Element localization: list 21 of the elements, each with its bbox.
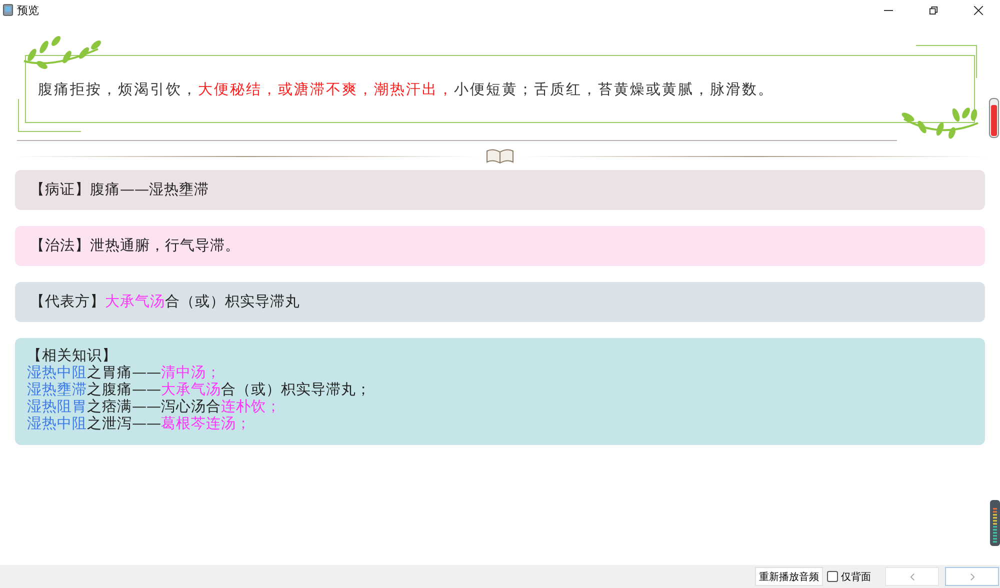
window-title: 预览 — [17, 2, 39, 18]
scroll-indicator[interactable] — [989, 98, 999, 138]
checkbox[interactable] — [827, 571, 838, 582]
question-text: 腹痛拒按，烦渴引饮，大便秘结，或溏滞不爽，潮热汗出，小便短黄；舌质红，苔黄燥或黄腻，脉滑数。 — [38, 80, 774, 98]
chevron-right-icon — [970, 572, 974, 580]
card-text: 【代表方】大承气汤合（或）枳实导滞丸 — [30, 292, 301, 312]
knowledge-line: 湿热中阻之胃痛——清中汤； — [27, 365, 222, 382]
card-text: 【治法】泄热通腑，行气导滞。 — [30, 236, 241, 256]
chevron-left-icon — [910, 572, 914, 580]
book-icon — [486, 148, 514, 164]
restore-icon[interactable] — [929, 6, 938, 14]
knowledge-line: 湿热壅滞之腹痛——大承气汤合（或）枳实导滞丸； — [27, 382, 372, 398]
checkbox-label: 仅背面 — [841, 570, 871, 584]
knowledge-line: 湿热阻胃之痞满——泻心汤合连朴饮； — [27, 399, 282, 416]
level-meter-drawing — [990, 500, 1000, 546]
card-text: 【病证】腹痛——湿热壅滞 — [30, 180, 210, 200]
replay-audio-button[interactable]: 重新播放音频 — [755, 567, 823, 586]
close-icon[interactable] — [974, 6, 983, 14]
knowledge-line: 【相关知识】 — [27, 348, 118, 364]
knowledge-line: 湿热中阻之泄泻——葛根芩连汤； — [27, 416, 252, 433]
app-icon — [3, 4, 13, 16]
